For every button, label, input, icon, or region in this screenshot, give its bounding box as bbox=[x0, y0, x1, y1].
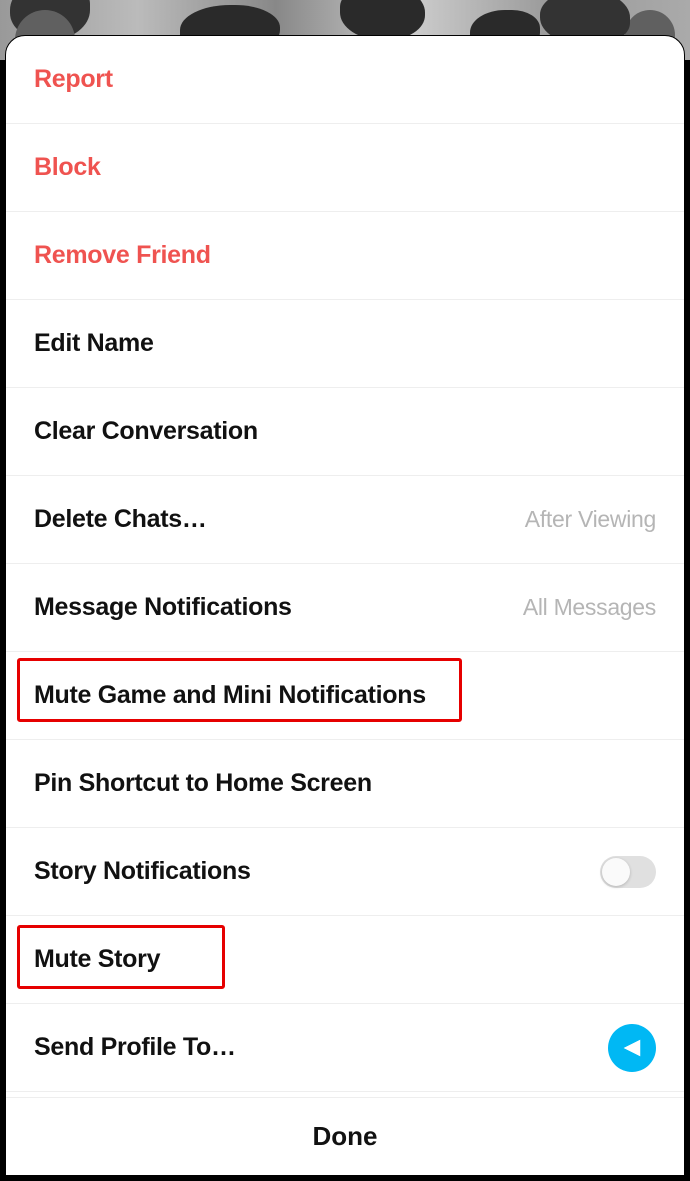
send-icon bbox=[608, 1024, 656, 1072]
pin-shortcut-label: Pin Shortcut to Home Screen bbox=[34, 769, 372, 798]
edit-name-label: Edit Name bbox=[34, 329, 154, 358]
mute-story-label: Mute Story bbox=[34, 945, 160, 974]
mute-story-button[interactable]: Mute Story bbox=[6, 916, 684, 1004]
report-button[interactable]: Report bbox=[6, 36, 684, 124]
action-sheet: Report Block Remove Friend Edit Name Cle… bbox=[5, 35, 685, 1176]
story-notifications-label: Story Notifications bbox=[34, 857, 251, 886]
done-label: Done bbox=[313, 1121, 378, 1152]
story-notifications-row[interactable]: Story Notifications bbox=[6, 828, 684, 916]
send-profile-button[interactable]: Send Profile To… bbox=[6, 1004, 684, 1092]
block-button[interactable]: Block bbox=[6, 124, 684, 212]
delete-chats-button[interactable]: Delete Chats… After Viewing bbox=[6, 476, 684, 564]
toggle-knob bbox=[602, 858, 630, 886]
remove-friend-label: Remove Friend bbox=[34, 241, 211, 270]
message-notifications-button[interactable]: Message Notifications All Messages bbox=[6, 564, 684, 652]
clear-conversation-label: Clear Conversation bbox=[34, 417, 258, 446]
report-label: Report bbox=[34, 65, 113, 94]
message-notifications-value: All Messages bbox=[523, 594, 656, 621]
block-label: Block bbox=[34, 153, 101, 182]
clear-conversation-button[interactable]: Clear Conversation bbox=[6, 388, 684, 476]
edit-name-button[interactable]: Edit Name bbox=[6, 300, 684, 388]
menu-list: Report Block Remove Friend Edit Name Cle… bbox=[6, 36, 684, 1097]
story-notifications-toggle[interactable] bbox=[600, 856, 656, 888]
mute-game-button[interactable]: Mute Game and Mini Notifications bbox=[6, 652, 684, 740]
remove-friend-button[interactable]: Remove Friend bbox=[6, 212, 684, 300]
message-notifications-label: Message Notifications bbox=[34, 593, 292, 622]
done-button[interactable]: Done bbox=[6, 1097, 684, 1175]
send-profile-label: Send Profile To… bbox=[34, 1033, 236, 1062]
delete-chats-value: After Viewing bbox=[525, 506, 656, 533]
pin-shortcut-button[interactable]: Pin Shortcut to Home Screen bbox=[6, 740, 684, 828]
delete-chats-label: Delete Chats… bbox=[34, 505, 207, 534]
mute-game-label: Mute Game and Mini Notifications bbox=[34, 681, 426, 710]
